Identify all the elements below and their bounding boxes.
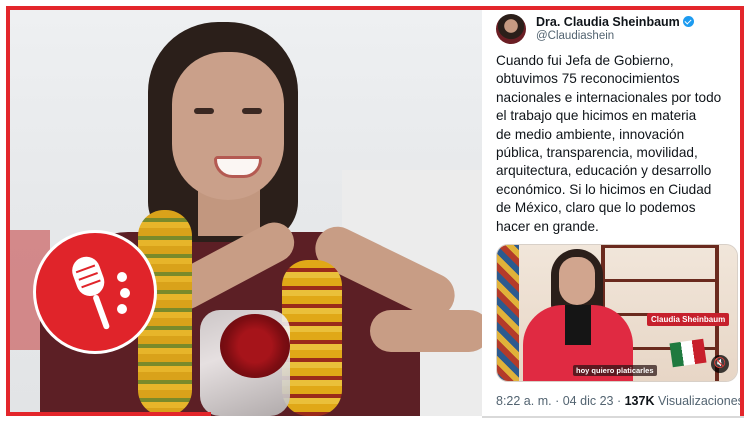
frame-accent-left [6, 6, 10, 416]
meta-separator: · [555, 394, 560, 408]
video-name-chip: Claudia Sheinbaum [647, 313, 730, 326]
person-face [172, 52, 284, 200]
tweet-card: Dra. Claudia Sheinbaum @Claudiashein Cua… [482, 10, 744, 416]
video-person-top [565, 305, 591, 345]
meta-separator: · [616, 394, 622, 408]
rose-decoration [220, 314, 290, 378]
author-handle[interactable]: @Claudiashein [536, 30, 614, 42]
speaker-muted-icon[interactable]: 🔇 [711, 355, 729, 373]
tweet-video[interactable]: Claudia Sheinbaum hoy quiero platicarles… [496, 244, 738, 382]
frame-bottom-line [482, 416, 744, 418]
tweet-text-line: de México, claro que lo podemos [496, 200, 696, 216]
flower-garland-right [282, 260, 342, 416]
tweet-text-line: pública, transparencia, movilidad, [496, 145, 698, 161]
frame-accent-top [6, 6, 744, 10]
author-name[interactable]: Dra. Claudia Sheinbaum [536, 15, 694, 29]
person-forearm-right [370, 310, 482, 352]
person-eye-right [242, 108, 262, 114]
tweet-meta: 8:22 a. m. · 04 dic 23 · 137K Visualizac… [496, 394, 744, 408]
author-name-text: Dra. Claudia Sheinbaum [536, 15, 680, 29]
tweet-text-line: de medio ambiente, innovación [496, 126, 685, 142]
tweet-text-line: obtuvimos 75 reconocimientos [496, 71, 680, 87]
tweet-text-line: Cuando fui Jefa de Gobierno, [496, 53, 674, 68]
tweet-text-line: hacer en grande. [496, 218, 599, 234]
tweet-text: Cuando fui Jefa de Gobierno, obtuvimos 7… [496, 52, 738, 236]
video-person-face [559, 257, 595, 305]
avatar[interactable] [496, 14, 526, 44]
verified-badge-icon [682, 16, 694, 27]
tweet-text-line: arquitectura, educación y desarrollo [496, 163, 712, 179]
tweet-date[interactable]: 04 dic 23 [563, 394, 614, 408]
flag-icon [669, 338, 707, 368]
video-caption: hoy quiero platicarles [573, 365, 657, 376]
views-label: Visualizaciones [657, 394, 744, 408]
frame-accent-bottom [6, 412, 211, 416]
frame-accent-right [740, 6, 744, 416]
microphone-badge [33, 230, 157, 354]
views-count: 137K [624, 394, 655, 408]
photo-panel [10, 10, 482, 416]
tweet-text-line: el trabajo que hicimos en materia [496, 108, 697, 124]
tweet-text-line: económico. Si lo hicimos en Ciudad [496, 181, 712, 197]
video-wall-art [497, 245, 519, 381]
person-eye-left [194, 108, 214, 114]
microphone-icon [72, 256, 130, 330]
tweet-time[interactable]: 8:22 a. m. [496, 394, 552, 408]
tweet-text-line: nacionales e internacionales por todo [496, 89, 722, 105]
